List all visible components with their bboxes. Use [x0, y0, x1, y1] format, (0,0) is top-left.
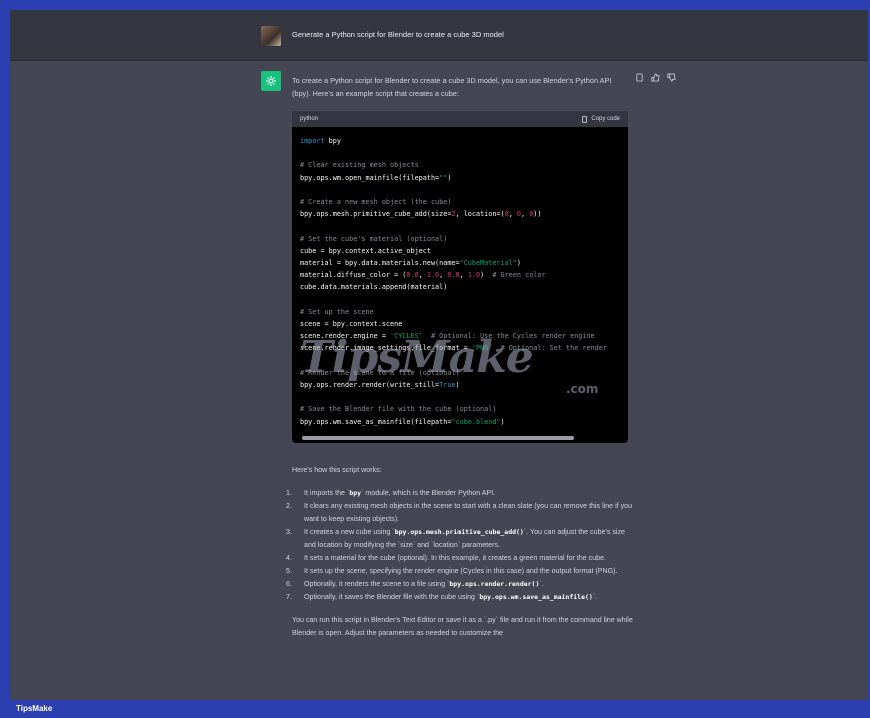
copy-code-label: Copy code	[591, 116, 620, 122]
list-item: 1. It imports the `bpy` module, which is …	[286, 489, 496, 497]
how-heading: Here's how this script works:	[292, 466, 382, 474]
list-item: 6. Optionally, it renders the scene to a …	[286, 580, 544, 588]
list-item: 7. Optionally, it saves the Blender file …	[286, 593, 598, 601]
chat-window: Generate a Python script for Blender to …	[10, 10, 868, 700]
outro-text: You can run this script in Blender's Tex…	[292, 616, 633, 637]
steps-list: 1. It imports the `bpy` module, which is …	[286, 487, 634, 604]
thumbs-up-icon[interactable]	[650, 72, 660, 82]
assistant-intro: To create a Python script for Blender to…	[292, 76, 612, 98]
watermark: TipsMake	[300, 332, 534, 383]
footer-bar: TipsMake	[0, 700, 870, 718]
thumbs-down-icon[interactable]	[666, 72, 676, 82]
code-language: python	[300, 116, 319, 122]
copy-code-button[interactable]: Copy code	[581, 115, 620, 123]
watermark-suffix: .com	[566, 382, 599, 396]
chatgpt-logo-icon	[261, 71, 281, 91]
list-item: 4. It sets a material for the cube (optio…	[286, 554, 607, 562]
copy-icon[interactable]	[634, 72, 644, 82]
list-item: 3. It creates a new cube using `bpy.ops.m…	[286, 528, 625, 549]
footer-brand: TipsMake	[16, 704, 53, 713]
list-item: 5. It sets up the scene, specifying the r…	[286, 567, 618, 575]
horizontal-scrollbar[interactable]	[302, 436, 574, 440]
user-message-row: Generate a Python script for Blender to …	[10, 10, 868, 61]
user-avatar	[261, 26, 281, 46]
clipboard-icon	[582, 115, 588, 123]
explanation: Here's how this script works: 1. It impor…	[286, 464, 634, 640]
user-message: Generate a Python script for Blender to …	[292, 30, 504, 39]
code-header: python Copy code	[292, 111, 628, 127]
list-item: 2. It clears any existing mesh objects in…	[286, 502, 633, 523]
message-actions	[634, 72, 676, 82]
